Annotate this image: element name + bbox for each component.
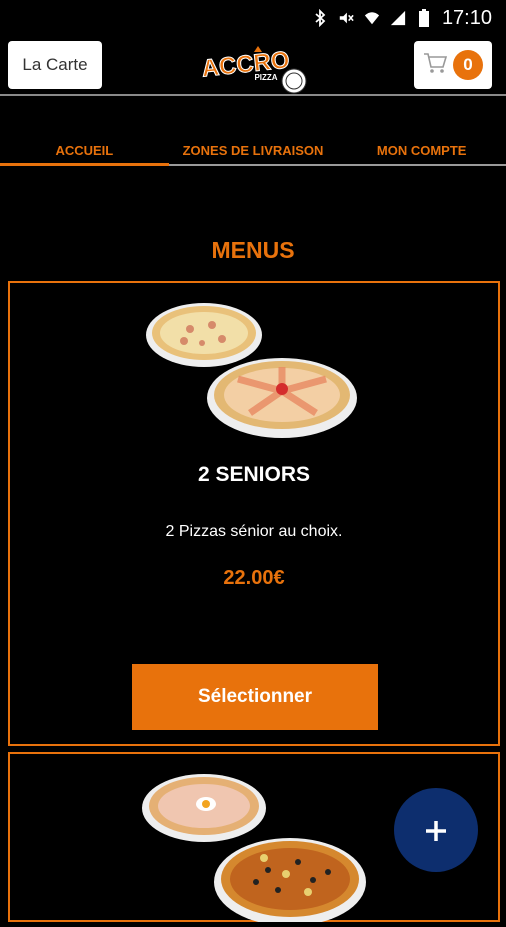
- mute-icon: [338, 9, 354, 27]
- accro-pizza-logo[interactable]: ACCRO PIZZA: [196, 38, 312, 96]
- tab-zones-de-livraison[interactable]: ZONES DE LIVRAISON: [169, 140, 338, 164]
- menu-description: 2 Pizzas sénior au choix.: [165, 523, 343, 540]
- bluetooth-icon: [312, 9, 328, 27]
- la-carte-button[interactable]: La Carte: [8, 41, 102, 89]
- menu-card: 2 SENIORS 2 Pizzas sénior au choix. 22.0…: [8, 281, 500, 746]
- cart-button[interactable]: 0: [414, 41, 492, 89]
- select-menu-button[interactable]: Sélectionner: [132, 664, 378, 730]
- nav-tabs: ACCUEIL ZONES DE LIVRAISON MON COMPTE: [0, 140, 506, 166]
- battery-icon: [416, 9, 432, 27]
- menu-image-pizzas: [140, 291, 370, 441]
- cart-count-badge: 0: [453, 50, 483, 80]
- wifi-icon: [364, 9, 380, 27]
- menu-image-pizzas: [138, 762, 370, 926]
- cart-icon: [423, 52, 448, 79]
- tab-mon-compte[interactable]: MON COMPTE: [337, 140, 506, 164]
- svg-text:PIZZA: PIZZA: [254, 73, 277, 82]
- status-time: 17:10: [441, 6, 492, 29]
- status-bar: 17:10: [0, 0, 506, 36]
- menu-title: 2 SENIORS: [197, 463, 311, 486]
- plus-icon: [424, 808, 448, 853]
- tab-accueil[interactable]: ACCUEIL: [0, 140, 169, 166]
- section-title: MENUS: [211, 237, 295, 263]
- add-fab-button[interactable]: [394, 788, 478, 872]
- signal-icon: [390, 9, 406, 27]
- app-bar: La Carte ACCRO PIZZA 0: [0, 36, 506, 96]
- menu-price: 22.00€: [223, 567, 285, 589]
